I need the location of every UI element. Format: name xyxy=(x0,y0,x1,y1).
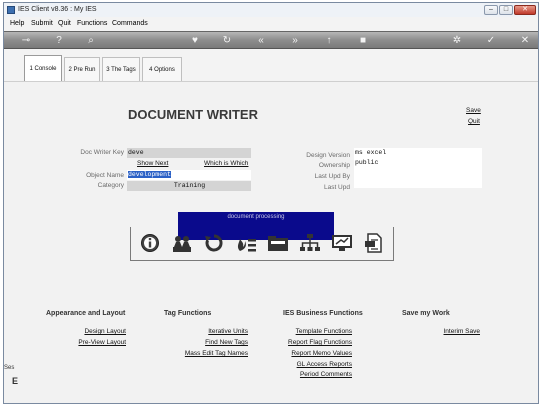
menu-quit[interactable]: Quit xyxy=(58,20,71,27)
people-icon[interactable] xyxy=(171,233,193,253)
monitor-icon[interactable] xyxy=(331,233,353,253)
rewind-icon[interactable]: « xyxy=(254,35,268,47)
save-link[interactable]: Save xyxy=(466,107,481,114)
iterative-units-link[interactable]: Iterative Units xyxy=(164,328,248,335)
design-layout-link[interactable]: Design Layout xyxy=(64,328,126,335)
tab-pre-run[interactable]: 2 Pre Run xyxy=(64,57,100,81)
title-bar: IES Client v8.36 : My IES – □ ✕ xyxy=(4,3,538,17)
close-button[interactable]: ✕ xyxy=(514,5,536,15)
help-icon[interactable]: ? xyxy=(52,35,66,47)
category-label: Category xyxy=(97,182,124,189)
close-icon[interactable]: ✕ xyxy=(518,35,532,47)
object-name-label: Object Name xyxy=(86,172,124,179)
menu-help[interactable]: Help xyxy=(10,20,24,27)
forward-icon[interactable]: » xyxy=(288,35,302,47)
sidebar-clip-line1: Ses xyxy=(4,365,15,371)
heart-icon[interactable]: ♥ xyxy=(188,35,202,47)
design-version-value: ms excel xyxy=(355,149,387,156)
report-flag-functions-link[interactable]: Report Flag Functions xyxy=(264,339,352,346)
report-memo-values-link[interactable]: Report Memo Values xyxy=(264,350,352,357)
folder-icon[interactable] xyxy=(267,233,289,253)
save-work-section-title: Save my Work xyxy=(402,310,450,317)
refresh-icon[interactable] xyxy=(203,233,225,253)
menu-commands[interactable]: Commands xyxy=(112,20,148,27)
gear-icon[interactable]: ✲ xyxy=(450,35,464,47)
period-comments-link[interactable]: Period Comments xyxy=(264,371,352,378)
last-upd-by-label: Last Upd By xyxy=(314,173,350,180)
preview-layout-link[interactable]: Pre-View Layout xyxy=(64,339,126,346)
page-title: DOCUMENT WRITER xyxy=(128,107,258,122)
menu-submit[interactable]: Submit xyxy=(31,20,53,27)
document-icon[interactable] xyxy=(363,233,385,253)
which-is-which-link[interactable]: Which is Which xyxy=(204,160,248,167)
last-upd-label: Last Upd xyxy=(323,184,350,191)
fire-list-icon[interactable] xyxy=(235,233,257,253)
business-functions-section-title: IES Business Functions xyxy=(283,310,363,317)
object-name-input[interactable]: development xyxy=(127,170,251,180)
design-version-label: Design Version xyxy=(306,152,350,159)
doc-writer-key-input[interactable]: deve xyxy=(127,148,251,158)
object-name-selection: development xyxy=(128,171,171,178)
design-info-box: ms excel public xyxy=(354,148,482,188)
interim-save-link[interactable]: Interim Save xyxy=(404,328,481,335)
appearance-section-title: Appearance and Layout xyxy=(46,310,126,317)
ownership-value: public xyxy=(355,159,379,166)
ownership-label: Ownership xyxy=(318,162,350,169)
tab-options[interactable]: 4 Options xyxy=(142,57,182,81)
function-icon-row xyxy=(130,227,394,261)
doc-writer-key-label: Doc Writer Key xyxy=(80,149,124,156)
check-icon[interactable]: ✓ xyxy=(484,35,498,47)
app-window: IES Client v8.36 : My IES – □ ✕ Help Sub… xyxy=(3,2,539,404)
stop-icon[interactable]: ■ xyxy=(356,35,370,47)
sidebar-clip: Ses E xyxy=(4,365,18,386)
toolbar: ⊸ ? ⌕ ♥ ↻ « » ↑ ■ ✲ ✓ ✕ xyxy=(4,31,538,49)
tab-console[interactable]: 1 Console xyxy=(24,55,62,81)
menu-functions[interactable]: Functions xyxy=(77,20,107,27)
console-panel: DOCUMENT WRITER Save Quit Doc Writer Key… xyxy=(4,81,538,403)
window-title: IES Client v8.36 : My IES xyxy=(18,6,97,13)
category-field[interactable]: Training xyxy=(127,181,251,191)
info-icon[interactable] xyxy=(139,233,161,253)
find-new-tags-link[interactable]: Find New Tags xyxy=(164,339,248,346)
menu-bar: Help Submit Quit Functions Commands xyxy=(4,17,538,31)
gl-access-reports-link[interactable]: GL Access Reports xyxy=(264,361,352,368)
key-icon[interactable]: ⊸ xyxy=(16,35,36,47)
banner-text: document processing xyxy=(227,214,285,220)
mass-edit-tag-names-link[interactable]: Mass Edit Tag Names xyxy=(164,350,248,357)
refresh-icon[interactable]: ↻ xyxy=(220,35,234,47)
show-next-link[interactable]: Show Next xyxy=(137,160,168,167)
app-icon xyxy=(7,6,15,14)
up-icon[interactable]: ↑ xyxy=(322,35,336,47)
template-functions-link[interactable]: Template Functions xyxy=(264,328,352,335)
tab-the-tags[interactable]: 3 The Tags xyxy=(102,57,140,81)
maximize-button[interactable]: □ xyxy=(499,5,513,15)
tab-strip: 1 Console 2 Pre Run 3 The Tags 4 Options xyxy=(4,49,538,81)
hierarchy-icon[interactable] xyxy=(299,233,321,253)
quit-link[interactable]: Quit xyxy=(468,118,480,125)
minimize-button[interactable]: – xyxy=(484,5,498,15)
search-icon[interactable]: ⌕ xyxy=(84,35,98,47)
sidebar-clip-line2: E xyxy=(12,376,19,386)
tag-functions-section-title: Tag Functions xyxy=(164,310,212,317)
